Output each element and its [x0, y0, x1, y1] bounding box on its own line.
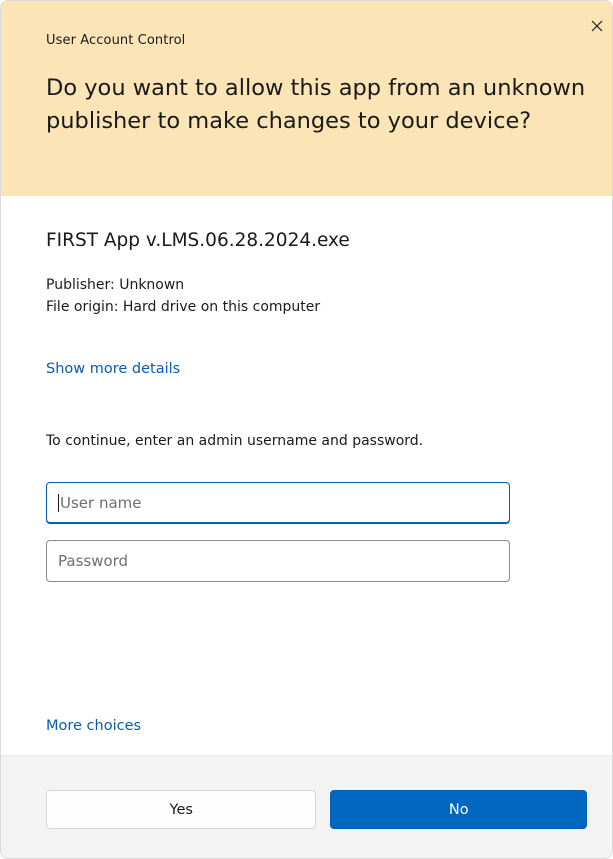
show-more-details-link[interactable]: Show more details [46, 361, 180, 377]
more-choices-link[interactable]: More choices [46, 718, 141, 734]
publisher-text: Publisher: Unknown [46, 277, 185, 293]
password-placeholder: Password [58, 552, 129, 570]
dialog-footer: Yes No [1, 755, 612, 858]
username-field[interactable]: User name [46, 482, 510, 524]
close-button[interactable] [586, 15, 608, 37]
program-name: FIRST App v.LMS.06.28.2024.exe [46, 230, 350, 251]
yes-button[interactable]: Yes [46, 790, 317, 829]
credentials-instruction: To continue, enter an admin username and… [46, 433, 424, 449]
dialog-content: FIRST App v.LMS.06.28.2024.exe Publisher… [1, 196, 612, 755]
no-button[interactable]: No [330, 790, 587, 829]
program-details: Publisher: Unknown File origin: Hard dri… [46, 274, 567, 318]
username-placeholder: User name [60, 494, 142, 512]
text-caret [58, 494, 59, 512]
file-origin-text: File origin: Hard drive on this computer [46, 299, 321, 315]
close-icon [591, 20, 603, 32]
password-field[interactable]: Password [46, 540, 510, 582]
uac-dialog: User Account Control Do you want to allo… [0, 0, 613, 859]
dialog-question: Do you want to allow this app from an un… [46, 75, 586, 134]
dialog-title: User Account Control [46, 33, 186, 48]
dialog-header: User Account Control Do you want to allo… [1, 1, 612, 196]
